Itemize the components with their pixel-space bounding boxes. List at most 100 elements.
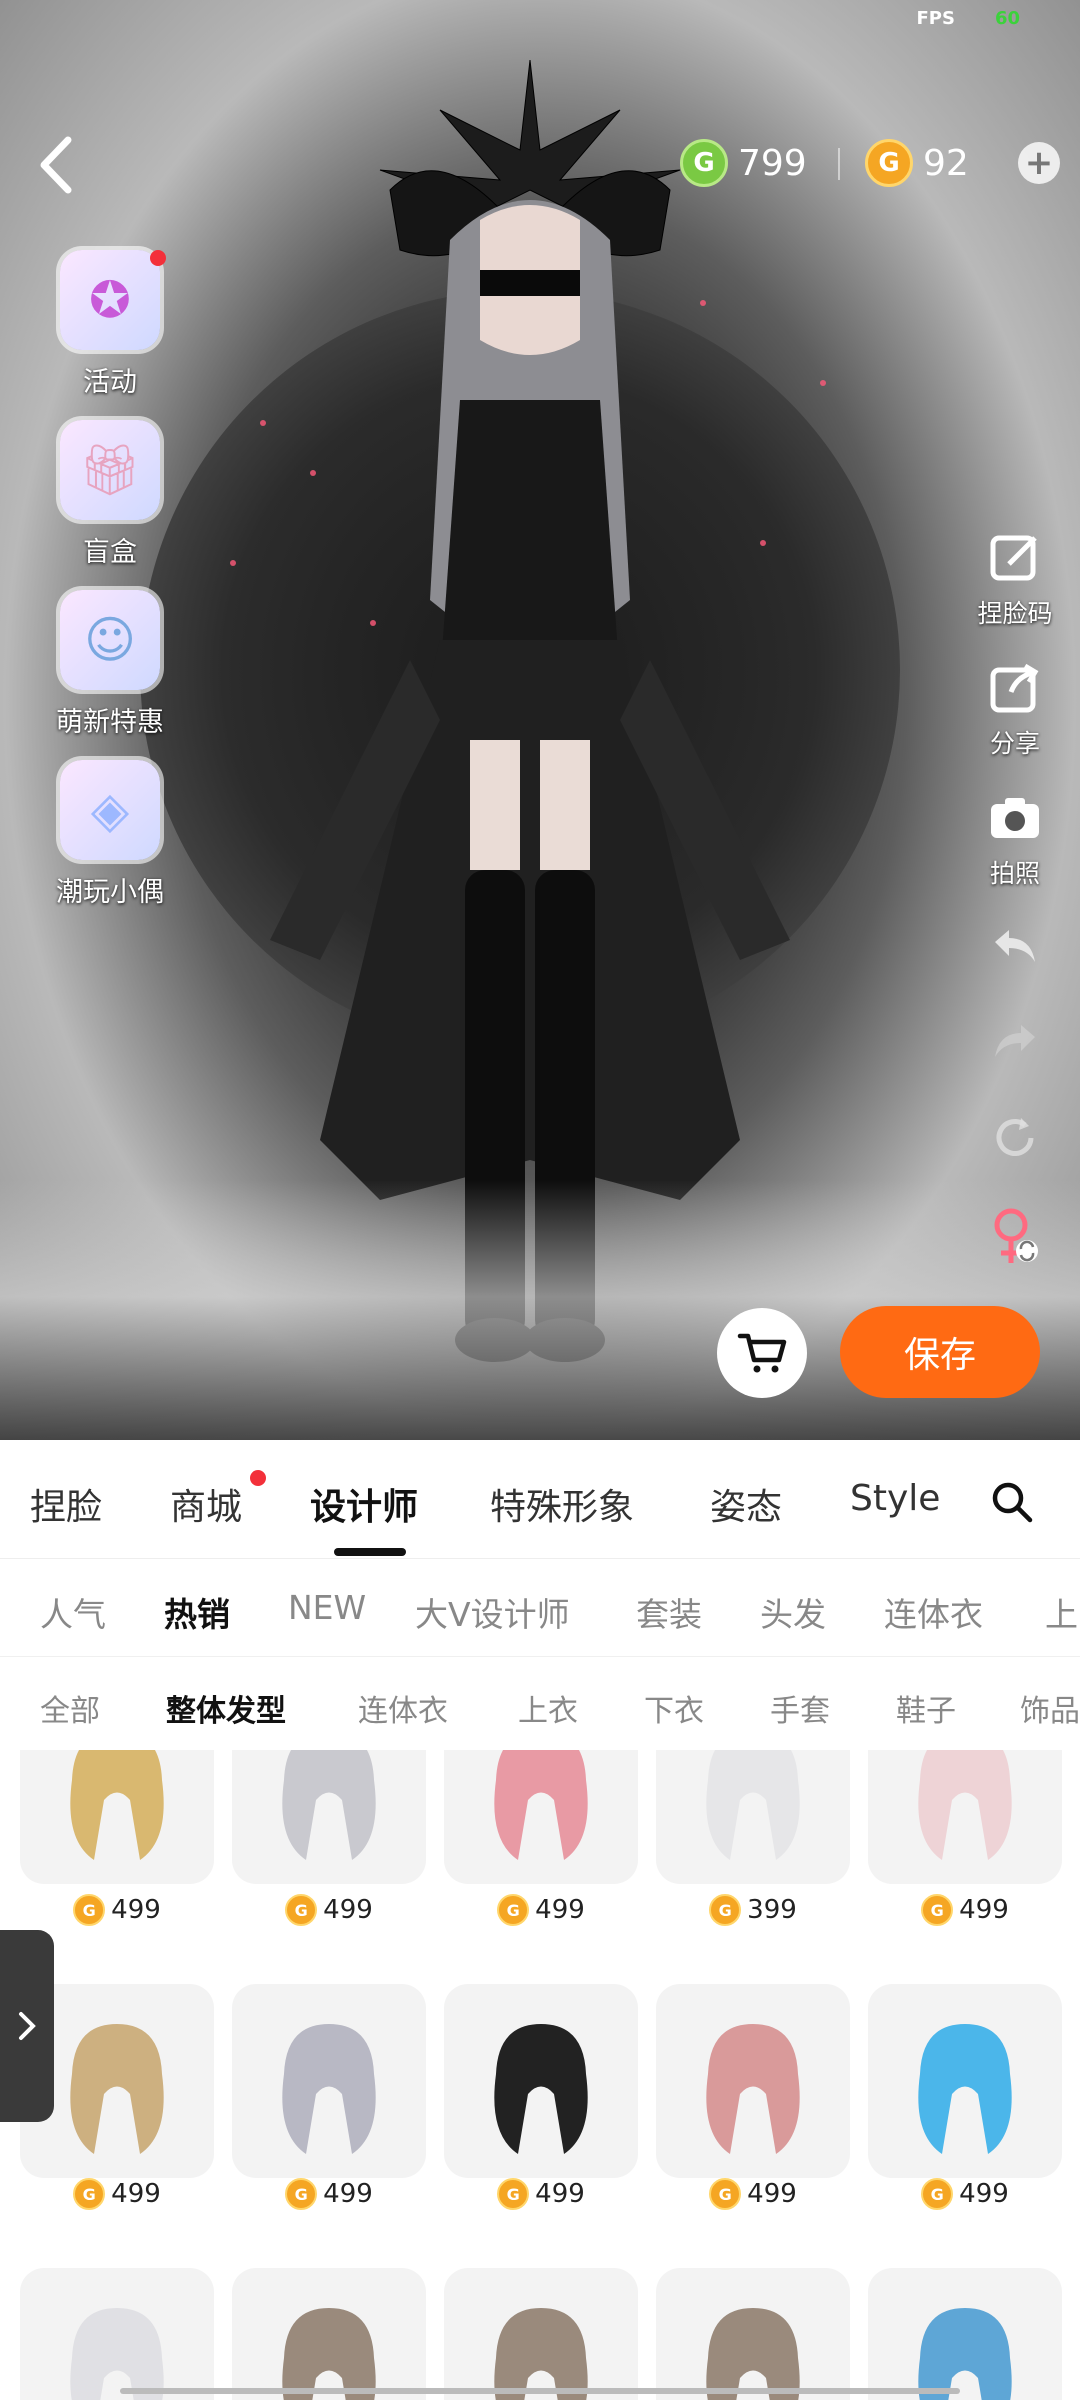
chevron-left-icon xyxy=(40,136,72,194)
active-tab-indicator xyxy=(334,1548,406,1556)
save-button[interactable]: 保存 xyxy=(840,1306,1040,1398)
category-bottom[interactable]: 下衣 xyxy=(644,1686,704,1730)
subtab-jumpsuit[interactable]: 连体衣 xyxy=(884,1588,983,1636)
home-indicator xyxy=(120,2388,960,2394)
gold-coin-icon: G xyxy=(709,2178,742,2210)
tab-special-appearance[interactable]: 特殊形象 xyxy=(490,1478,634,1530)
item-card[interactable] xyxy=(444,1750,638,1884)
category-all[interactable]: 全部 xyxy=(40,1686,100,1730)
subtab-popular[interactable]: 人气 xyxy=(40,1588,106,1636)
right-tool-menu: 捏脸码 分享 拍照 xyxy=(960,530,1070,1300)
left-activity-menu: ✪ 活动 🎁︎ 盲盒 ☺ 萌新特惠 ◈ 潮玩小偶 xyxy=(40,250,180,930)
gold-coin-icon: G xyxy=(709,1894,742,1926)
item-price-value: 499 xyxy=(323,2179,373,2209)
item-price-value: 499 xyxy=(111,1895,161,1925)
photo-label: 拍照 xyxy=(989,859,1040,888)
gold-currency-value: 92 xyxy=(923,142,969,184)
share-button[interactable]: 分享 xyxy=(960,660,1070,790)
add-currency-button[interactable]: + xyxy=(1018,142,1060,184)
item-price-value: 499 xyxy=(959,2179,1009,2209)
menu-item-newbie-deal[interactable]: ☺ 萌新特惠 xyxy=(40,590,180,760)
hair-preview-image xyxy=(282,1750,376,1860)
search-button[interactable] xyxy=(990,1480,1034,1524)
item-card[interactable] xyxy=(868,2268,1062,2400)
menu-item-activity[interactable]: ✪ 活动 xyxy=(40,250,180,420)
item-price-value: 499 xyxy=(323,1895,373,1925)
subtab-hair[interactable]: 头发 xyxy=(760,1588,826,1636)
item-card[interactable] xyxy=(20,1750,214,1884)
category-gloves[interactable]: 手套 xyxy=(770,1686,830,1730)
menu-item-blind-box[interactable]: 🎁︎ 盲盒 xyxy=(40,420,180,590)
character-preview-scene[interactable]: FPS 60 G 799 G 92 + ✪ 活动 🎁︎ 盲盒 ☺ 萌新特惠 ◈ … xyxy=(0,0,1080,1440)
category-filter-bar: 全部 整体发型 连体衣 上衣 下衣 手套 鞋子 饰品 xyxy=(0,1660,1080,1748)
notification-dot xyxy=(150,250,166,266)
reset-button[interactable] xyxy=(960,1110,1070,1205)
item-card[interactable] xyxy=(656,1984,850,2178)
subtab-top-partial[interactable]: 上 xyxy=(1045,1588,1078,1636)
tab-face[interactable]: 捏脸 xyxy=(30,1478,102,1530)
main-tab-bar: 捏脸 商城 设计师 特殊形象 姿态 Style xyxy=(0,1440,1080,1559)
face-code-button[interactable]: 捏脸码 xyxy=(960,530,1070,660)
back-button[interactable] xyxy=(30,130,86,200)
currency-divider xyxy=(838,148,840,180)
subtab-new[interactable]: NEW xyxy=(288,1588,366,1627)
tab-style[interactable]: Style xyxy=(850,1478,940,1519)
tab-designer[interactable]: 设计师 xyxy=(310,1478,418,1530)
category-jumpsuit[interactable]: 连体衣 xyxy=(358,1686,448,1730)
hair-preview-image xyxy=(918,1750,1012,1860)
item-price: G 499 xyxy=(232,2174,426,2214)
share-label: 分享 xyxy=(989,729,1040,758)
item-card[interactable] xyxy=(232,2268,426,2400)
gender-swap-icon xyxy=(994,1208,1038,1263)
item-card[interactable] xyxy=(232,1984,426,2178)
search-icon xyxy=(992,1482,1033,1523)
side-drawer-handle[interactable] xyxy=(0,1930,54,2122)
gift-box-icon: 🎁︎ xyxy=(60,420,160,520)
cart-icon xyxy=(737,1333,787,1373)
item-card[interactable] xyxy=(232,1750,426,1884)
subtab-outfit-set[interactable]: 套装 xyxy=(636,1588,702,1636)
gold-coin-icon: G xyxy=(285,1894,318,1926)
menu-item-label: 潮玩小偶 xyxy=(56,877,164,908)
category-accessories[interactable]: 饰品 xyxy=(1020,1686,1080,1730)
gender-switch-button[interactable] xyxy=(960,1205,1070,1300)
menu-item-label: 盲盒 xyxy=(83,537,137,568)
hair-preview-image xyxy=(706,2308,800,2400)
redo-button[interactable] xyxy=(960,1015,1070,1110)
share-icon xyxy=(990,663,1039,713)
item-price-value: 499 xyxy=(959,1895,1009,1925)
item-card[interactable] xyxy=(444,2268,638,2400)
category-full-hairstyle[interactable]: 整体发型 xyxy=(166,1686,286,1730)
sort-subtab-bar: 人气 热销 NEW 大V设计师 套装 头发 连体衣 上 xyxy=(0,1560,1080,1657)
item-price-value: 499 xyxy=(111,2179,161,2209)
refresh-icon xyxy=(996,1118,1034,1156)
item-price: G 499 xyxy=(868,1890,1062,1930)
category-top[interactable]: 上衣 xyxy=(518,1686,578,1730)
item-card[interactable] xyxy=(444,1984,638,2178)
category-shoes[interactable]: 鞋子 xyxy=(896,1686,956,1730)
subtab-best-selling[interactable]: 热销 xyxy=(164,1588,230,1636)
item-card[interactable] xyxy=(20,2268,214,2400)
item-card[interactable] xyxy=(656,2268,850,2400)
item-card[interactable] xyxy=(656,1750,850,1884)
fps-indicator: FPS 60 xyxy=(916,8,1020,29)
tab-pose[interactable]: 姿态 xyxy=(710,1478,782,1530)
item-price-value: 499 xyxy=(747,2179,797,2209)
green-currency-value: 799 xyxy=(738,142,807,184)
subtab-big-v-designer[interactable]: 大V设计师 xyxy=(415,1588,570,1636)
shopping-cart-button[interactable] xyxy=(717,1308,807,1398)
photo-button[interactable]: 拍照 xyxy=(960,790,1070,920)
hair-preview-image xyxy=(494,2308,588,2400)
item-card[interactable] xyxy=(868,1984,1062,2178)
item-card[interactable] xyxy=(868,1750,1062,1884)
item-price-value: 399 xyxy=(747,1895,797,1925)
menu-item-toy-figure[interactable]: ◈ 潮玩小偶 xyxy=(40,760,180,930)
gold-coin-icon: G xyxy=(497,2178,530,2210)
tab-shop[interactable]: 商城 xyxy=(170,1478,242,1530)
undo-button[interactable] xyxy=(960,920,1070,1015)
shop-tab-notification-dot xyxy=(250,1470,266,1486)
item-price-value: 499 xyxy=(535,1895,585,1925)
face-code-label: 捏脸码 xyxy=(977,599,1053,628)
menu-item-label: 活动 xyxy=(83,367,137,398)
currency-bar: G 799 G 92 + xyxy=(670,128,1070,198)
